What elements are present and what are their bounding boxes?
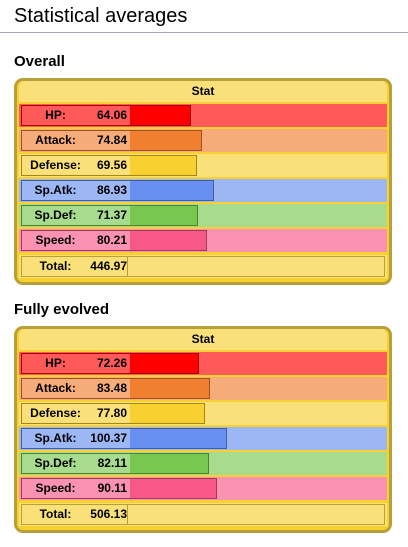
stat-value: 64.06 (96, 108, 127, 122)
stat-value: 100.37 (90, 431, 127, 445)
stat-row: Defense: 69.56 (19, 154, 387, 177)
stat-row: Attack: 74.84 (19, 129, 387, 152)
stat-bar (130, 404, 204, 423)
total-value: 446.97 (89, 257, 128, 276)
total-row: Total: 506.13 (19, 503, 387, 526)
stat-label: Sp.Def: (34, 208, 77, 222)
stat-label: Defense: (30, 158, 81, 172)
stat-value: 83.48 (96, 381, 127, 395)
stat-label: Sp.Atk: (34, 431, 77, 445)
stat-row: Sp.Atk: 100.37 (19, 427, 387, 450)
stat-bar-box: Sp.Def: 71.37 (21, 205, 198, 226)
stat-row: HP: 72.26 (19, 352, 387, 375)
page-title: Statistical averages (0, 0, 408, 33)
stat-value: 86.93 (96, 183, 127, 197)
stat-bar (130, 206, 197, 225)
stat-bar (130, 479, 216, 498)
stat-value: 71.37 (96, 208, 127, 222)
total-box: Total: 446.97 (21, 256, 385, 277)
stat-value: 82.11 (97, 456, 127, 470)
stat-bar-box: Attack: 83.48 (21, 378, 210, 399)
stat-bar (130, 429, 226, 448)
stat-bar (130, 181, 213, 200)
stat-label: Sp.Atk: (34, 183, 77, 197)
stat-bar-box: Speed: 80.21 (21, 230, 207, 251)
stat-label: Speed: (35, 233, 76, 247)
stat-bar-box: Attack: 74.84 (21, 130, 202, 151)
stat-bar (130, 131, 201, 150)
stat-bar (130, 156, 196, 175)
stat-bar (130, 231, 206, 250)
stat-row: Sp.Atk: 86.93 (19, 179, 387, 202)
stat-bar (130, 354, 198, 373)
stat-label: Attack: (35, 381, 76, 395)
table-header: Stat (19, 329, 387, 350)
section-title: Overall (14, 53, 65, 70)
stat-bar-box: Sp.Atk: 100.37 (21, 428, 227, 449)
stat-label: Sp.Def: (34, 456, 77, 470)
stat-bar-box: Defense: 69.56 (21, 155, 197, 176)
stat-value: 77.80 (96, 406, 127, 420)
total-value: 506.13 (89, 505, 128, 524)
stat-row: Defense: 77.80 (19, 402, 387, 425)
stat-value: 74.84 (96, 133, 127, 147)
stat-bar-box: HP: 72.26 (21, 353, 199, 374)
stat-value: 90.11 (97, 481, 127, 495)
stat-row: HP: 64.06 (19, 104, 387, 127)
section-title: Fully evolved (14, 301, 110, 318)
stat-row: Sp.Def: 71.37 (19, 204, 387, 227)
stat-bar-box: HP: 64.06 (21, 105, 191, 126)
stat-table: Stat HP: 64.06 Attack: 74.84 Defense: 69.56 Sp.… (14, 78, 392, 285)
stat-label: HP: (45, 108, 66, 122)
stat-label: Speed: (35, 481, 76, 495)
stat-bar (130, 454, 208, 473)
stat-bar-box: Sp.Atk: 86.93 (21, 180, 214, 201)
stat-label: Defense: (30, 406, 81, 420)
total-row: Total: 446.97 (19, 255, 387, 278)
stat-table: Stat HP: 72.26 Attack: 83.48 Defense: 77.80 Sp.… (14, 326, 392, 533)
stat-row: Attack: 83.48 (19, 377, 387, 400)
stat-bar-box: Speed: 90.11 (21, 478, 217, 499)
stat-row: Speed: 80.21 (19, 229, 387, 252)
stat-row: Speed: 90.11 (19, 477, 387, 500)
stat-value: 80.21 (96, 233, 127, 247)
stat-row: Sp.Def: 82.11 (19, 452, 387, 475)
total-label: Total: (39, 259, 72, 273)
stat-bar (130, 106, 190, 125)
stat-bar-box: Defense: 77.80 (21, 403, 205, 424)
stat-label: Attack: (35, 133, 76, 147)
table-header: Stat (19, 81, 387, 102)
stat-value: 72.26 (96, 356, 127, 370)
stat-label: HP: (45, 356, 66, 370)
total-box: Total: 506.13 (21, 504, 385, 525)
stat-bar (130, 379, 209, 398)
stat-value: 69.56 (96, 158, 127, 172)
total-label: Total: (39, 507, 72, 521)
stat-bar-box: Sp.Def: 82.11 (21, 453, 209, 474)
